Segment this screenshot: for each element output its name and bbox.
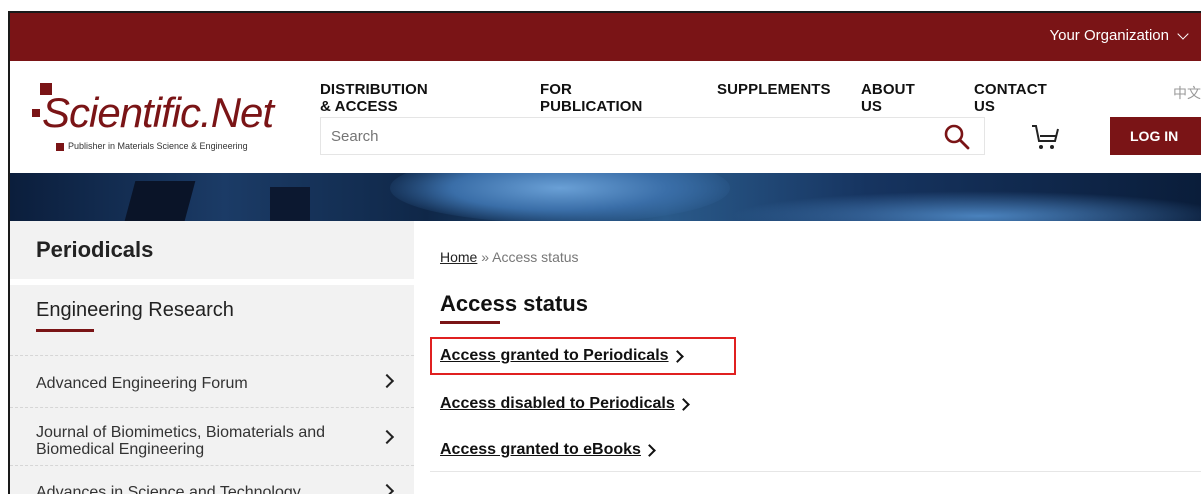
chevron-right-icon — [379, 429, 395, 445]
chevron-right-icon — [643, 443, 656, 457]
sidebar-item-label: Advanced Engineering Forum — [36, 375, 248, 392]
sidebar-divider — [10, 279, 414, 285]
logo-name: Scientific.Net — [42, 89, 274, 136]
chevron-down-icon — [1177, 27, 1189, 40]
link-label: Access granted to Periodicals — [440, 347, 669, 364]
nav-contact-us[interactable]: CONTACT US — [974, 81, 1047, 115]
sidebar-title: Periodicals — [36, 237, 154, 262]
title-underline — [440, 321, 500, 324]
breadcrumb-separator: » — [481, 249, 490, 265]
access-granted-ebooks-link[interactable]: Access granted to eBooks — [440, 441, 656, 459]
browser-viewport: Your Organization Scientific.Net Publish… — [8, 11, 1201, 494]
nav-distribution-access[interactable]: DISTRIBUTION & ACCESS — [320, 81, 428, 115]
site-header: Scientific.Net Publisher in Materials Sc… — [10, 61, 1201, 173]
cart-icon[interactable] — [1030, 122, 1060, 152]
chevron-right-icon — [379, 483, 395, 494]
chevron-right-icon — [676, 397, 690, 411]
banner-shape — [390, 173, 730, 221]
sidebar-item-label: Advances in Science and Technology — [36, 484, 301, 494]
search-input[interactable] — [321, 118, 984, 154]
login-button[interactable]: LOG IN — [1110, 117, 1201, 155]
category-underline — [36, 329, 94, 332]
logo-tagline: Publisher in Materials Science & Enginee… — [68, 141, 248, 151]
breadcrumb: Home » Access status — [440, 249, 579, 265]
chevron-right-icon — [670, 349, 684, 363]
nav-about-us[interactable]: ABOUT US — [861, 81, 915, 115]
breadcrumb-home-link[interactable]: Home — [440, 249, 477, 265]
banner-shape — [730, 191, 1201, 221]
sidebar-item-advances-science-technology[interactable]: Advances in Science and Technology — [10, 465, 414, 494]
search-icon[interactable] — [943, 123, 971, 151]
main-content: Home » Access status Access status Acces… — [414, 221, 1201, 494]
breadcrumb-current: Access status — [492, 249, 579, 265]
nav-supplements[interactable]: SUPPLEMENTS — [717, 81, 831, 98]
link-label: Access disabled to Periodicals — [440, 395, 675, 412]
chevron-right-icon — [379, 373, 395, 389]
sidebar-item-advanced-engineering-forum[interactable]: Advanced Engineering Forum — [10, 355, 414, 407]
top-bar: Your Organization — [10, 13, 1201, 61]
content-divider — [430, 471, 1201, 472]
access-disabled-periodicals-link[interactable]: Access disabled to Periodicals — [440, 395, 690, 413]
banner-shape — [270, 187, 310, 221]
access-granted-periodicals-link[interactable]: Access granted to Periodicals — [440, 347, 684, 365]
logo-square-icon — [32, 109, 40, 117]
sidebar: Periodicals Engineering Research Advance… — [10, 221, 414, 494]
organization-dropdown[interactable]: Your Organization — [1049, 27, 1189, 44]
link-label: Access granted to eBooks — [440, 441, 641, 458]
search-box — [320, 117, 985, 155]
language-switch[interactable]: 中文 — [1173, 83, 1201, 103]
sidebar-item-biomimetics-journal[interactable]: Journal of Biomimetics, Biomaterials and… — [10, 407, 414, 465]
sidebar-item-label: Journal of Biomimetics, Biomaterials and… — [36, 424, 326, 458]
organization-label: Your Organization — [1049, 27, 1169, 44]
hero-banner — [10, 173, 1201, 221]
screen-margin — [0, 0, 1201, 11]
banner-shape — [124, 181, 196, 221]
logo-square-icon — [56, 143, 64, 151]
site-logo[interactable]: Scientific.Net Publisher in Materials Sc… — [32, 83, 302, 163]
nav-for-publication[interactable]: FOR PUBLICATION — [540, 81, 642, 115]
sidebar-category: Engineering Research — [36, 299, 234, 321]
page-title: Access status — [440, 291, 588, 316]
